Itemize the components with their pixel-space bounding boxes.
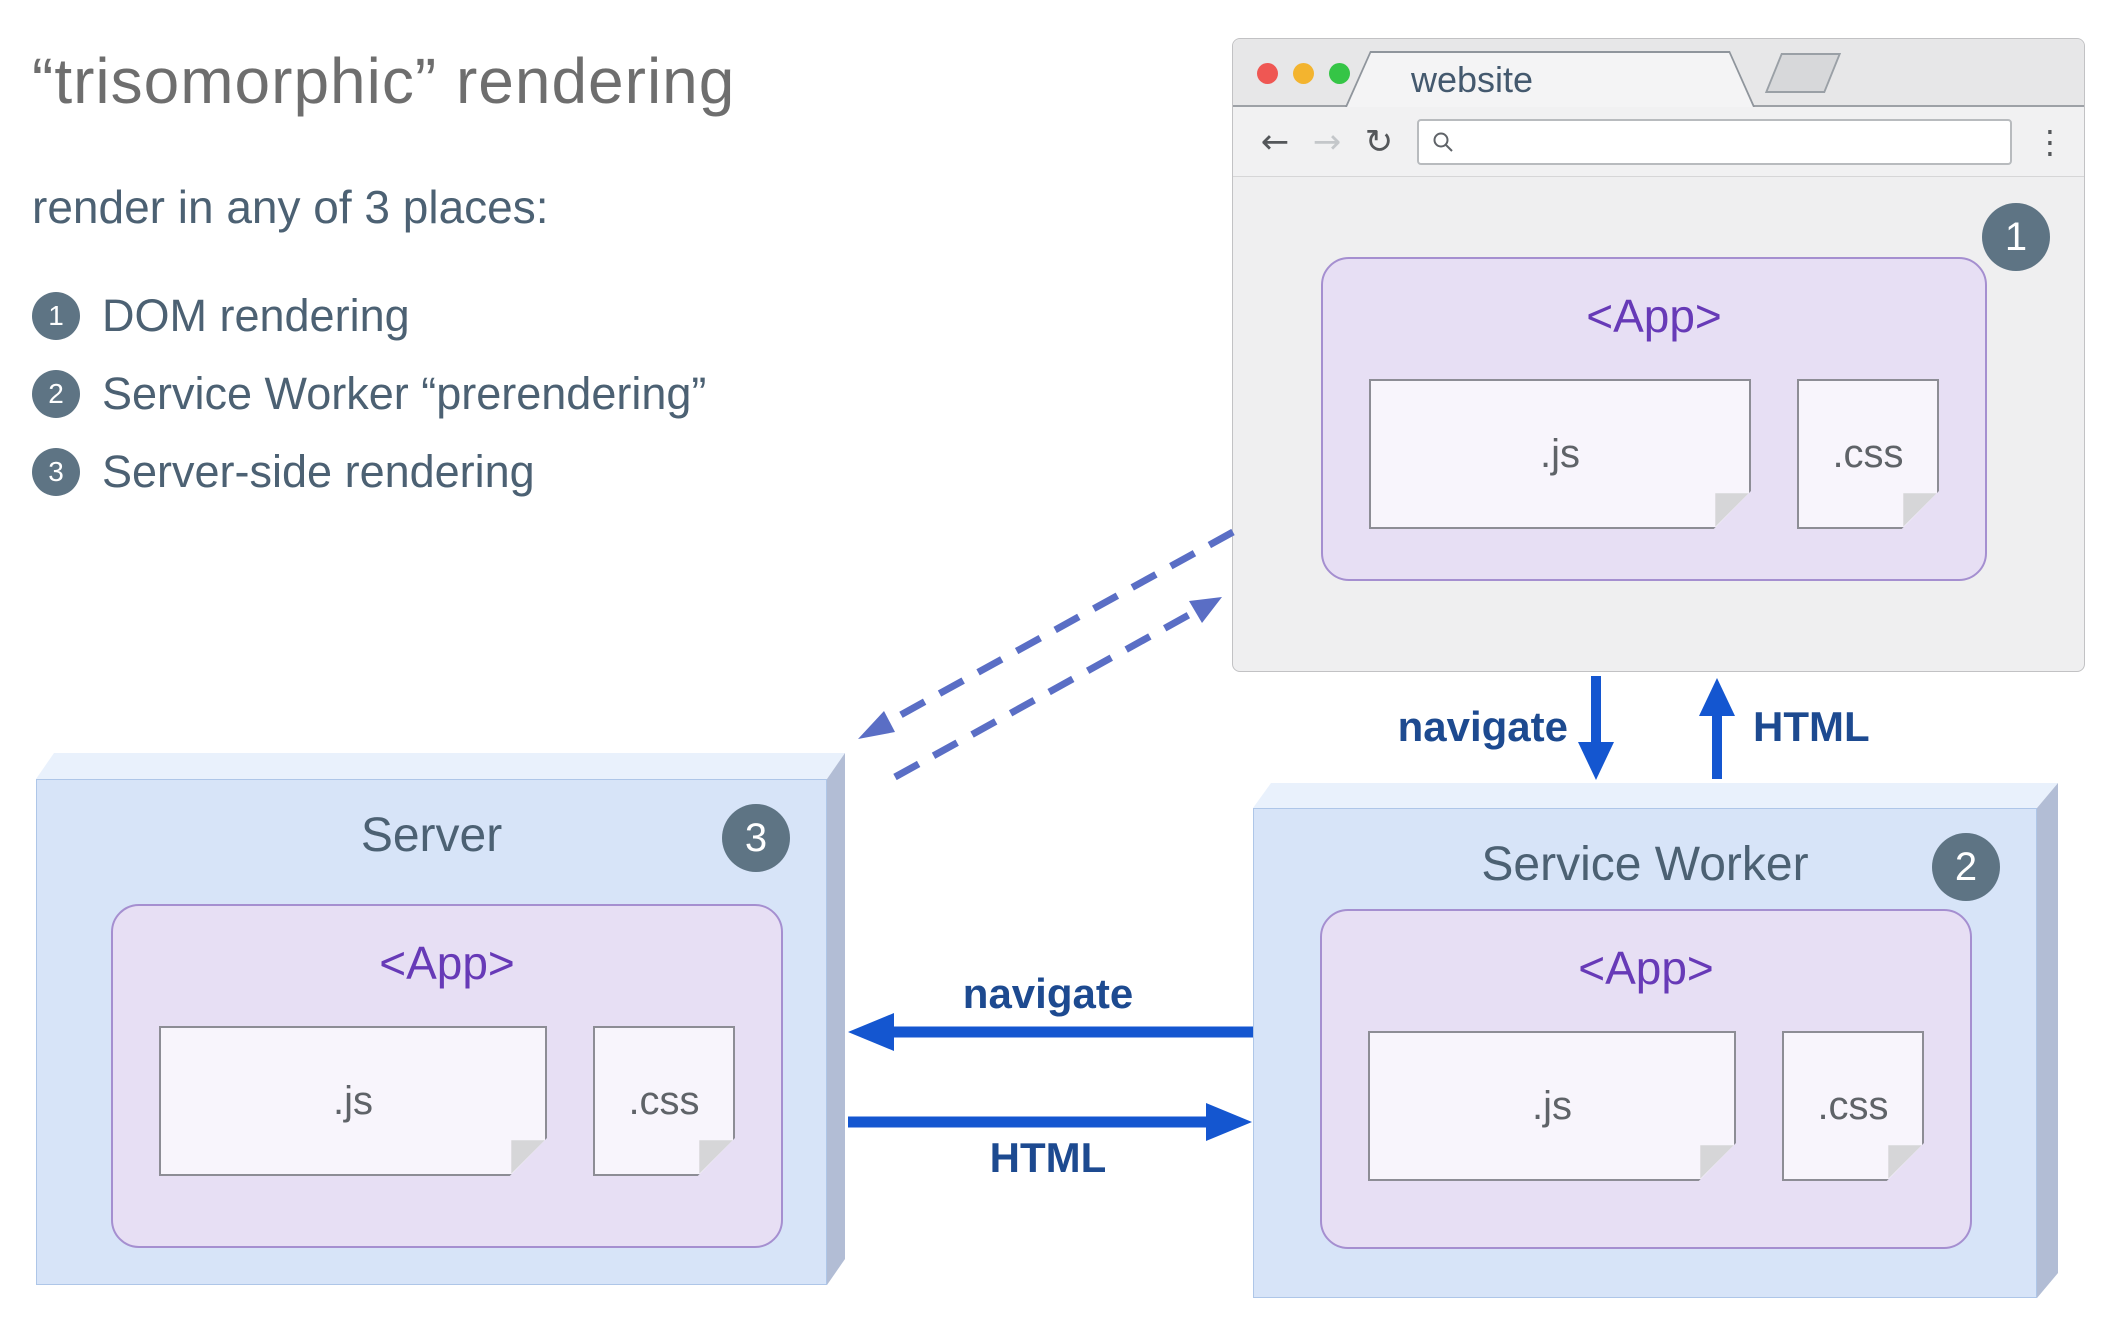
- search-icon: [1433, 132, 1453, 152]
- step-number-badge: 1: [32, 292, 80, 340]
- css-file-label: .css: [1832, 431, 1904, 476]
- server-box-front-face: Server 3 <App> .js .css: [36, 779, 827, 1285]
- browser-viewport: 1 <App> .js .css: [1233, 177, 2084, 669]
- dashed-link-server-browser: [858, 528, 1235, 781]
- js-file-label: .js: [1532, 1083, 1572, 1128]
- intro-subtitle: render in any of 3 places:: [32, 181, 549, 233]
- legend-item-2: 2 Service Worker “prerendering”: [32, 368, 1132, 420]
- url-bar[interactable]: [1417, 118, 2012, 165]
- legend-item-label: Server-side rendering: [102, 446, 535, 497]
- service-worker-box-top-face: [1253, 783, 2058, 808]
- service-worker-title: Service Worker: [1481, 838, 1809, 891]
- js-file-icon: .js: [1369, 379, 1751, 529]
- legend-list: 1 DOM rendering 2 Service Worker “preren…: [32, 290, 1132, 498]
- server-box: Server 3 <App> .js .css: [36, 753, 845, 1285]
- navigate-label-horizontal: navigate: [962, 970, 1134, 1017]
- close-window-icon[interactable]: [1257, 63, 1278, 84]
- step-number-badge: 3: [32, 448, 80, 496]
- arrow-navigate-down: [1578, 676, 1614, 780]
- menu-dots-icon[interactable]: ⋮: [2034, 123, 2066, 161]
- css-file-icon: .css: [593, 1026, 735, 1176]
- legend-item-3: 3 Server-side rendering: [32, 446, 1132, 498]
- server-box-side-face: [827, 753, 845, 1285]
- service-worker-app-box: <App> .js .css: [1320, 909, 1972, 1249]
- browser-tab-bar: website: [1233, 39, 2084, 107]
- js-file-icon: .js: [159, 1026, 547, 1176]
- tab-title: website: [1411, 59, 1534, 100]
- page-fold-icon: [1901, 491, 1939, 529]
- forward-icon[interactable]: →: [1305, 125, 1349, 159]
- css-file-label: .css: [628, 1078, 700, 1123]
- tab-shape-fill: [1347, 53, 1753, 107]
- minimize-window-icon[interactable]: [1293, 63, 1314, 84]
- app-tag-label: <App>: [379, 937, 515, 989]
- app-tag-label: <App>: [1578, 942, 1714, 994]
- file-row: .js .css: [159, 1026, 735, 1176]
- js-file-label: .js: [333, 1078, 373, 1123]
- reload-icon[interactable]: ↻: [1357, 125, 1401, 159]
- server-app-box: <App> .js .css: [111, 904, 783, 1248]
- page-fold-icon: [1698, 1143, 1736, 1181]
- file-row: .js .css: [1369, 379, 1939, 529]
- html-label-vertical: HTML: [1753, 703, 1870, 750]
- page-fold-icon: [1713, 491, 1751, 529]
- new-tab-button[interactable]: [1764, 53, 1842, 93]
- service-worker-box-side-face: [2037, 783, 2058, 1298]
- js-file-icon: .js: [1368, 1031, 1736, 1181]
- back-icon[interactable]: ←: [1253, 125, 1297, 159]
- intro-block: “trisomorphic” rendering render in any o…: [32, 44, 1132, 498]
- server-box-top-face: [36, 753, 845, 779]
- page-fold-icon: [697, 1138, 735, 1176]
- browser-tab[interactable]: website: [1345, 51, 1755, 107]
- app-tag-label: <App>: [1586, 290, 1722, 342]
- step-badge-2: 2: [1932, 833, 2000, 901]
- legend-item-label: Service Worker “prerendering”: [102, 368, 707, 419]
- diagram-canvas: “trisomorphic” rendering render in any o…: [0, 0, 2108, 1328]
- step-badge-1: 1: [1982, 203, 2050, 271]
- arrow-html-up: [1699, 678, 1735, 779]
- page-title: “trisomorphic” rendering: [32, 45, 736, 117]
- css-file-icon: .css: [1797, 379, 1939, 529]
- service-worker-box: Service Worker 2 <App> .js .css: [1253, 783, 2058, 1298]
- step-number-badge: 2: [32, 370, 80, 418]
- navigate-label-vertical: navigate: [1397, 703, 1568, 750]
- file-row: .js .css: [1368, 1031, 1924, 1181]
- browser-window: website ← → ↻ ⋮ 1 <App> .js .css: [1232, 38, 2085, 672]
- js-file-label: .js: [1540, 431, 1580, 476]
- service-worker-box-front-face: Service Worker 2 <App> .js .css: [1253, 808, 2037, 1298]
- legend-item-1: 1 DOM rendering: [32, 290, 1132, 342]
- css-file-label: .css: [1817, 1083, 1889, 1128]
- page-fold-icon: [509, 1138, 547, 1176]
- arrow-navigate-left: [848, 1013, 1253, 1051]
- browser-app-box: <App> .js .css: [1321, 257, 1987, 581]
- browser-toolbar: ← → ↻ ⋮: [1233, 107, 2084, 177]
- html-label-horizontal: HTML: [989, 1134, 1107, 1181]
- css-file-icon: .css: [1782, 1031, 1924, 1181]
- legend-item-label: DOM rendering: [102, 290, 410, 341]
- page-fold-icon: [1886, 1143, 1924, 1181]
- server-title: Server: [360, 809, 503, 862]
- traffic-lights: [1257, 63, 1350, 84]
- step-badge-3: 3: [722, 804, 790, 872]
